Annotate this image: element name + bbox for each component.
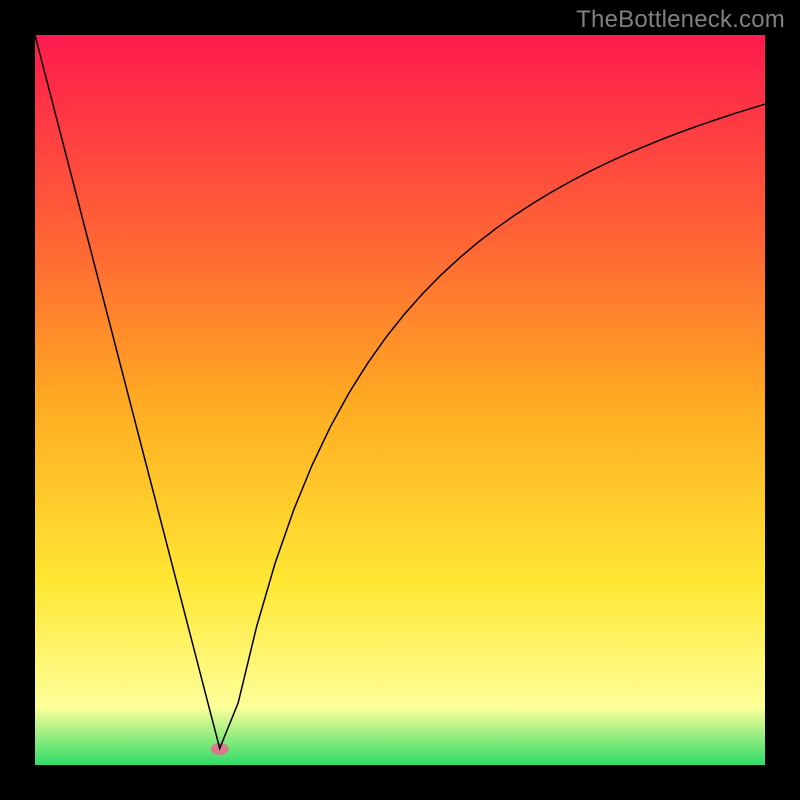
chart-frame: TheBottleneck.com xyxy=(0,0,800,800)
gradient-background xyxy=(35,35,765,765)
plot-svg xyxy=(35,35,765,765)
plot-area xyxy=(35,35,765,765)
watermark-link[interactable]: TheBottleneck.com xyxy=(576,6,785,34)
